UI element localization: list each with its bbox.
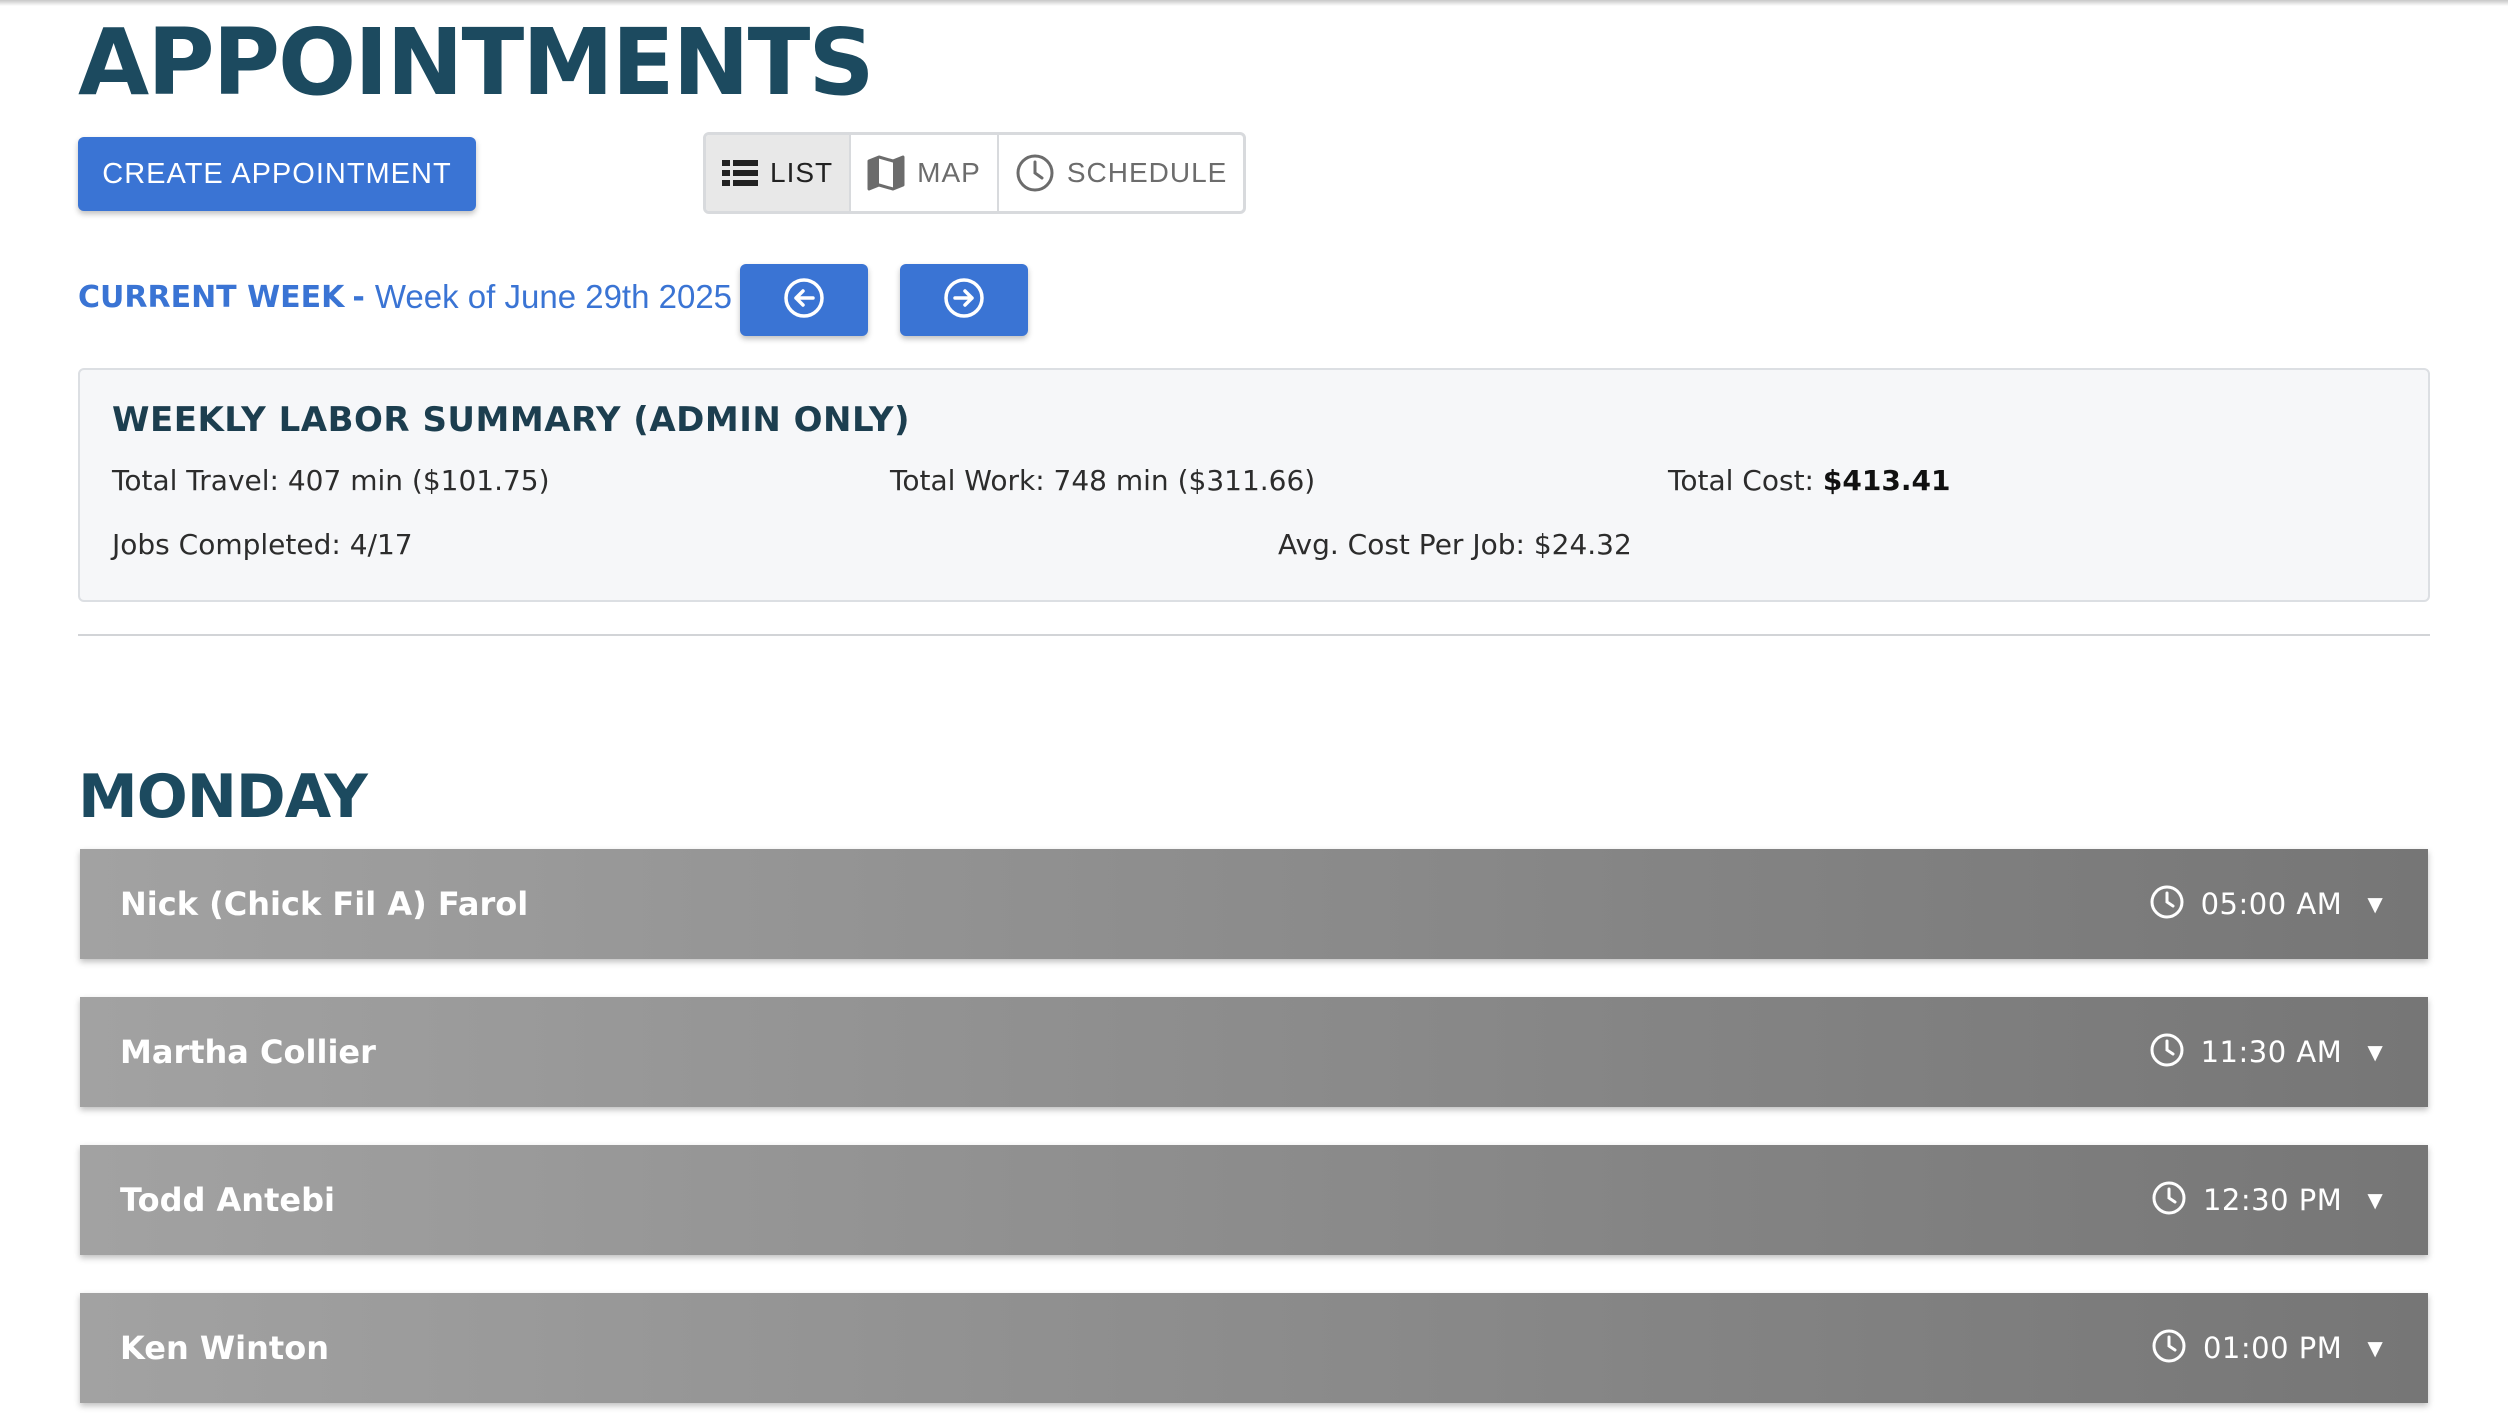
list-icon <box>722 158 758 188</box>
chevron-down-icon[interactable]: ▼ <box>2362 889 2388 920</box>
clock-icon <box>2151 1180 2187 1221</box>
view-toggle: LIST MAP SCHEDULE <box>703 132 1247 214</box>
clock-icon <box>2151 1328 2187 1369</box>
week-indicator: CURRENT WEEK - Week of June 29th 2025 <box>78 272 732 322</box>
chevron-down-icon[interactable]: ▼ <box>2362 1185 2388 1216</box>
view-list-label: LIST <box>770 157 834 188</box>
section-divider <box>78 634 2430 636</box>
appointment-client: Todd Antebi <box>120 1181 335 1219</box>
arrow-right-circle-icon <box>943 277 985 324</box>
current-week-label: CURRENT WEEK <box>78 279 345 315</box>
chevron-down-icon[interactable]: ▼ <box>2362 1333 2388 1364</box>
view-schedule-button[interactable]: SCHEDULE <box>999 135 1243 211</box>
top-shadow <box>0 0 2508 6</box>
appointment-client: Martha Collier <box>120 1033 376 1071</box>
total-cost-value: $413.41 <box>1822 464 1951 497</box>
create-appointment-button[interactable]: CREATE APPOINTMENT <box>78 137 476 211</box>
appointment-time: 01:00 PM <box>2202 1331 2343 1365</box>
appointment-client: Nick (Chick Fil A) Farol <box>120 885 529 923</box>
arrow-left-circle-icon <box>783 277 825 324</box>
summary-title: WEEKLY LABOR SUMMARY (ADMIN ONLY) <box>112 400 911 440</box>
appointment-time-group: 05:00 AM ▼ <box>2149 849 2388 959</box>
clock-icon <box>1015 153 1055 193</box>
appointment-time: 05:00 AM <box>2200 887 2343 921</box>
appointment-row[interactable]: Martha Collier 11:30 AM ▼ <box>80 997 2428 1107</box>
total-travel: Total Travel: 407 min ($101.75) <box>112 464 550 497</box>
view-map-label: MAP <box>917 157 981 188</box>
total-cost: Total Cost: $413.41 <box>1668 464 1950 497</box>
appointment-time-group: 01:00 PM ▼ <box>2151 1293 2388 1403</box>
view-map-button[interactable]: MAP <box>851 135 999 211</box>
appointment-time: 12:30 PM <box>2202 1183 2343 1217</box>
chevron-down-icon[interactable]: ▼ <box>2362 1037 2388 1068</box>
total-work: Total Work: 748 min ($311.66) <box>890 464 1316 497</box>
next-week-button[interactable] <box>900 264 1028 336</box>
weekly-labor-summary: WEEKLY LABOR SUMMARY (ADMIN ONLY) Total … <box>78 368 2430 602</box>
view-schedule-label: SCHEDULE <box>1066 157 1228 188</box>
clock-icon <box>2149 884 2185 925</box>
week-separator: - <box>352 279 365 315</box>
jobs-completed: Jobs Completed: 4/17 <box>112 528 413 561</box>
day-heading-monday: MONDAY <box>78 762 368 832</box>
appointment-row[interactable]: Todd Antebi 12:30 PM ▼ <box>80 1145 2428 1255</box>
view-list-button[interactable]: LIST <box>706 135 852 211</box>
week-value: Week of June 29th 2025 <box>374 278 733 315</box>
total-cost-label: Total Cost: <box>1668 464 1814 497</box>
appointment-client: Ken Winton <box>120 1329 329 1367</box>
map-icon <box>867 155 905 191</box>
appointment-row[interactable]: Ken Winton 01:00 PM ▼ <box>80 1293 2428 1403</box>
page-title: APPOINTMENTS <box>78 9 875 116</box>
appointment-time-group: 11:30 AM ▼ <box>2149 997 2388 1107</box>
previous-week-button[interactable] <box>740 264 868 336</box>
clock-icon <box>2149 1032 2185 1073</box>
avg-cost-per-job: Avg. Cost Per Job: $24.32 <box>1278 528 1632 561</box>
appointment-row[interactable]: Nick (Chick Fil A) Farol 05:00 AM ▼ <box>80 849 2428 959</box>
appointment-time-group: 12:30 PM ▼ <box>2151 1145 2388 1255</box>
appointment-time: 11:30 AM <box>2200 1035 2343 1069</box>
